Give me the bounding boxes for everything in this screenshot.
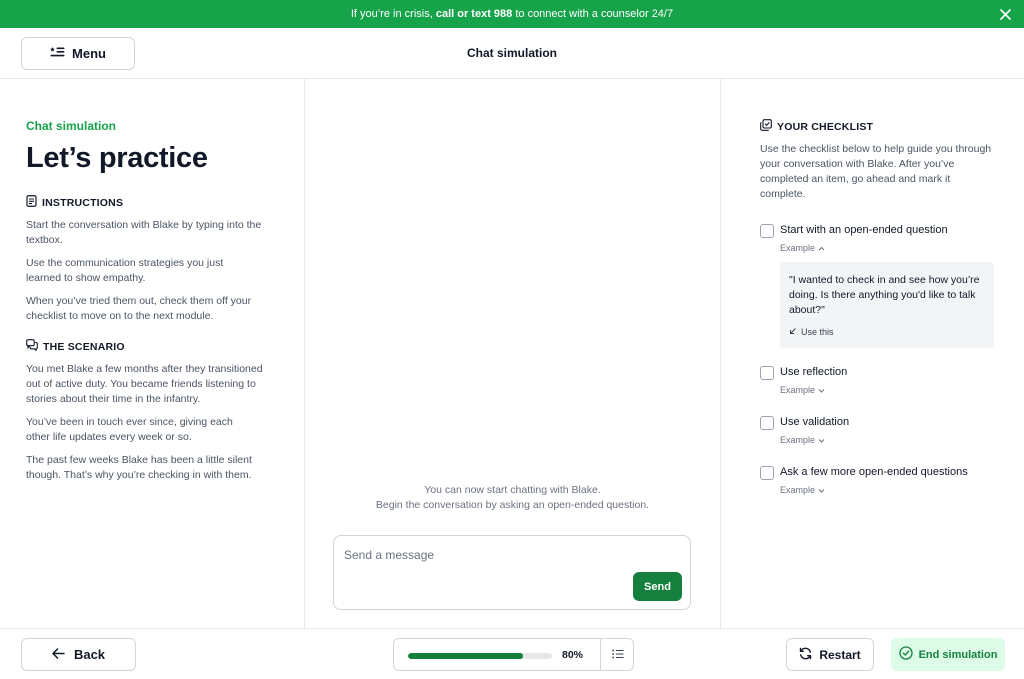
- example-text: "I wanted to check in and see how you’re…: [789, 274, 980, 316]
- crisis-banner-prefix: If you’re in crisis,: [350, 8, 436, 20]
- example-toggle-label: Example: [780, 243, 816, 253]
- chevron-down-icon: [818, 435, 825, 445]
- checklist-checkbox[interactable]: [760, 366, 774, 380]
- checklist-item: Use reflection Example: [760, 366, 994, 398]
- checklist-item-label: Use validation: [780, 416, 850, 428]
- checklist-panel: YOUR CHECKLIST Use the checklist below t…: [721, 79, 1024, 628]
- progress-fill: [408, 653, 524, 659]
- list-icon: [611, 646, 624, 664]
- checklist-checkbox[interactable]: [760, 416, 774, 430]
- check-circle-icon: [898, 646, 913, 663]
- checklist-heading-label: YOUR CHECKLIST: [777, 120, 874, 133]
- chat-panel: You can now start chatting with Blake. B…: [305, 79, 721, 628]
- back-label: Back: [73, 647, 106, 662]
- bottom-toolbar: Back 80% Restart End simulation: [0, 628, 1024, 679]
- checklist-checkbox[interactable]: [760, 224, 774, 238]
- end-simulation-button[interactable]: End simulation: [891, 638, 1005, 671]
- scenario-paragraph: You met Blake a few months after they tr…: [26, 363, 263, 405]
- crisis-banner: If you’re in crisis, call or text 988 to…: [0, 0, 1024, 28]
- checklist-item: Ask a few more open-ended questions Exam…: [760, 466, 994, 498]
- message-input[interactable]: [344, 546, 634, 564]
- progress-percent: 80%: [562, 649, 584, 661]
- end-simulation-label: End simulation: [918, 648, 998, 661]
- instructions-heading: INSTRUCTIONS: [26, 195, 278, 210]
- scenario-heading-label: THE SCENARIO: [43, 340, 125, 353]
- progress-track: [408, 653, 552, 659]
- arrow-left-icon: [52, 647, 65, 662]
- back-button[interactable]: Back: [21, 638, 136, 671]
- kicker-label: Chat simulation: [26, 119, 117, 133]
- checklist-checkbox[interactable]: [760, 466, 774, 480]
- example-toggle[interactable]: Example: [780, 485, 825, 495]
- example-toggle[interactable]: Example: [780, 243, 825, 253]
- chat-start-message: You can now start chatting with Blake. B…: [305, 483, 720, 513]
- top-header: Menu Chat simulation: [0, 28, 1024, 79]
- checklist-item: Start with an open-ended question Exampl…: [760, 224, 994, 348]
- chevron-up-icon: [818, 243, 825, 253]
- intro-panel: Chat simulation Let’s practice INSTRUCTI…: [0, 79, 305, 628]
- instructions-heading-label: INSTRUCTIONS: [42, 196, 124, 209]
- example-toggle-label: Example: [780, 435, 816, 445]
- crisis-banner-text: If you’re in crisis, call or text 988 to…: [351, 8, 673, 20]
- example-toggle[interactable]: Example: [780, 435, 825, 445]
- use-this-button[interactable]: Use this: [789, 327, 834, 337]
- scenario-paragraph: The past few weeks Blake has been a litt…: [26, 454, 252, 481]
- chevron-down-icon: [818, 385, 825, 395]
- chevron-down-icon: [818, 485, 825, 495]
- checklist-heading: YOUR CHECKLIST: [760, 119, 994, 134]
- example-toggle[interactable]: Example: [780, 385, 825, 395]
- chat-bubbles-icon: [26, 339, 38, 354]
- chat-start-line-2: Begin the conversation by asking an open…: [375, 499, 650, 511]
- crisis-banner-suffix: to connect with a counselor 24/7: [512, 8, 674, 20]
- main-heading: Let’s practice: [26, 142, 208, 174]
- example-toggle-label: Example: [780, 485, 816, 495]
- checklist-item-label: Start with an open-ended question: [780, 224, 948, 236]
- example-toggle-label: Example: [780, 385, 816, 395]
- checklist-description: Use the checklist below to help guide yo…: [760, 143, 992, 200]
- use-this-label: Use this: [801, 327, 834, 337]
- restart-button[interactable]: Restart: [786, 638, 874, 671]
- document-icon: [26, 195, 37, 210]
- restart-icon: [799, 647, 812, 663]
- chat-start-line-1: You can now start chatting with Blake.: [424, 484, 601, 496]
- arrow-down-left-icon: [789, 327, 797, 337]
- send-button[interactable]: Send: [633, 572, 682, 601]
- example-box: "I wanted to check in and see how you’re…: [780, 262, 994, 348]
- checklist-item: Use validation Example: [760, 416, 994, 448]
- outline-list-button[interactable]: [601, 639, 634, 670]
- scenario-heading: THE SCENARIO: [26, 339, 278, 354]
- checklist-item-label: Ask a few more open-ended questions: [780, 466, 968, 478]
- instructions-paragraph: Start the conversation with Blake by typ…: [26, 219, 262, 246]
- message-composer: Send: [333, 535, 691, 610]
- instructions-paragraph: When you’ve tried them out, check them o…: [26, 295, 252, 322]
- crisis-banner-highlight: call or text 988: [435, 8, 513, 20]
- progress-indicator: 80%: [393, 638, 634, 671]
- checklist-item-label: Use reflection: [780, 366, 848, 378]
- scenario-paragraph: You’ve been in touch ever since, giving …: [26, 416, 233, 443]
- checklist-icon: [760, 119, 772, 134]
- page-title: Chat simulation: [466, 46, 557, 60]
- close-banner-icon[interactable]: [996, 5, 1014, 23]
- instructions-paragraph: Use the communication strategies you jus…: [26, 257, 224, 284]
- restart-label: Restart: [819, 647, 861, 662]
